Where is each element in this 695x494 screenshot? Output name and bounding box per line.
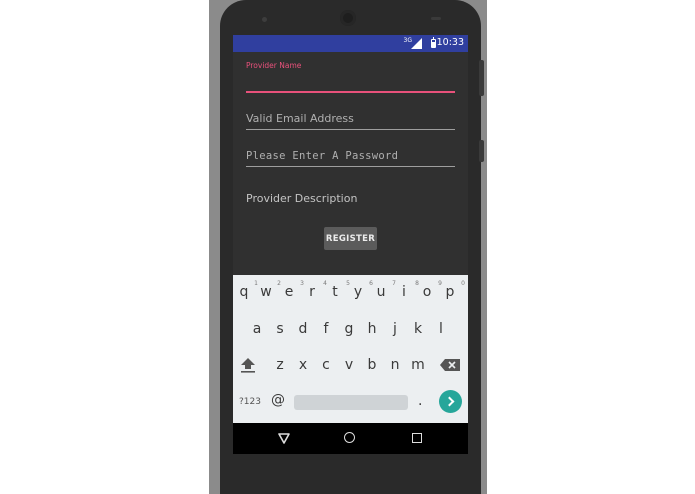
key-j[interactable]: j bbox=[384, 321, 406, 337]
key-s[interactable]: s bbox=[269, 321, 291, 337]
speaker-grille bbox=[431, 17, 441, 20]
provider-name-field[interactable]: Provider Name bbox=[246, 61, 455, 93]
power-button bbox=[479, 140, 484, 162]
key-a[interactable]: a bbox=[246, 321, 268, 337]
home-circle-icon[interactable] bbox=[344, 432, 355, 443]
volume-button bbox=[479, 60, 484, 96]
key-t[interactable]: t bbox=[324, 284, 346, 300]
key-m[interactable]: m bbox=[407, 357, 429, 373]
go-arrow-icon[interactable] bbox=[439, 390, 462, 413]
key-e[interactable]: e bbox=[278, 284, 300, 300]
email-underline bbox=[246, 129, 455, 130]
key-c[interactable]: c bbox=[315, 357, 337, 373]
shift-arrow-icon[interactable] bbox=[240, 355, 256, 373]
key-h[interactable]: h bbox=[361, 321, 383, 337]
key-y[interactable]: y bbox=[347, 284, 369, 300]
email-field[interactable]: Valid Email Address bbox=[246, 111, 455, 130]
key-r[interactable]: r bbox=[301, 284, 323, 300]
key-f[interactable]: f bbox=[315, 321, 337, 337]
password-placeholder: Please Enter A Password bbox=[246, 150, 399, 162]
key-u[interactable]: u bbox=[370, 284, 392, 300]
register-button[interactable]: REGISTER bbox=[324, 227, 377, 250]
back-triangle-icon[interactable] bbox=[278, 433, 290, 444]
key-x[interactable]: x bbox=[292, 357, 314, 373]
screen: 3G 10:33 Provider Name Valid Email Addre… bbox=[233, 35, 468, 454]
backspace-icon[interactable] bbox=[440, 359, 460, 371]
front-camera bbox=[340, 10, 356, 26]
key-z[interactable]: z bbox=[269, 357, 291, 373]
navigation-bar bbox=[233, 423, 468, 454]
period-key[interactable]: . bbox=[418, 393, 422, 409]
stage: 3G 10:33 Provider Name Valid Email Addre… bbox=[0, 0, 695, 494]
key-g[interactable]: g bbox=[338, 321, 360, 337]
key-b[interactable]: b bbox=[361, 357, 383, 373]
key-i[interactable]: i bbox=[393, 284, 415, 300]
signal-icon bbox=[411, 38, 422, 49]
status-bar: 3G 10:33 bbox=[233, 35, 468, 52]
proximity-sensor bbox=[262, 17, 267, 22]
at-key[interactable]: @ bbox=[271, 392, 285, 408]
provider-description-text[interactable]: Provider Description bbox=[246, 192, 357, 205]
key-w[interactable]: w bbox=[255, 284, 277, 300]
key-l[interactable]: l bbox=[430, 321, 452, 337]
space-key[interactable] bbox=[294, 395, 408, 410]
email-placeholder: Valid Email Address bbox=[246, 112, 354, 125]
key-k[interactable]: k bbox=[407, 321, 429, 337]
key-p[interactable]: p bbox=[439, 284, 461, 300]
soft-keyboard: 1 2 3 4 5 6 7 8 9 0 q w e r t y u i o p … bbox=[233, 275, 468, 423]
recent-square-icon[interactable] bbox=[412, 433, 422, 443]
password-field[interactable]: Please Enter A Password bbox=[246, 148, 455, 167]
key-o[interactable]: o bbox=[416, 284, 438, 300]
battery-icon bbox=[431, 37, 436, 48]
symbols-key[interactable]: ?123 bbox=[239, 397, 261, 407]
provider-name-underline bbox=[246, 91, 455, 93]
status-time: 10:33 bbox=[436, 37, 464, 48]
key-q[interactable]: q bbox=[233, 284, 255, 300]
provider-name-label: Provider Name bbox=[246, 61, 302, 70]
key-v[interactable]: v bbox=[338, 357, 360, 373]
password-underline bbox=[246, 166, 455, 167]
key-n[interactable]: n bbox=[384, 357, 406, 373]
key-d[interactable]: d bbox=[292, 321, 314, 337]
